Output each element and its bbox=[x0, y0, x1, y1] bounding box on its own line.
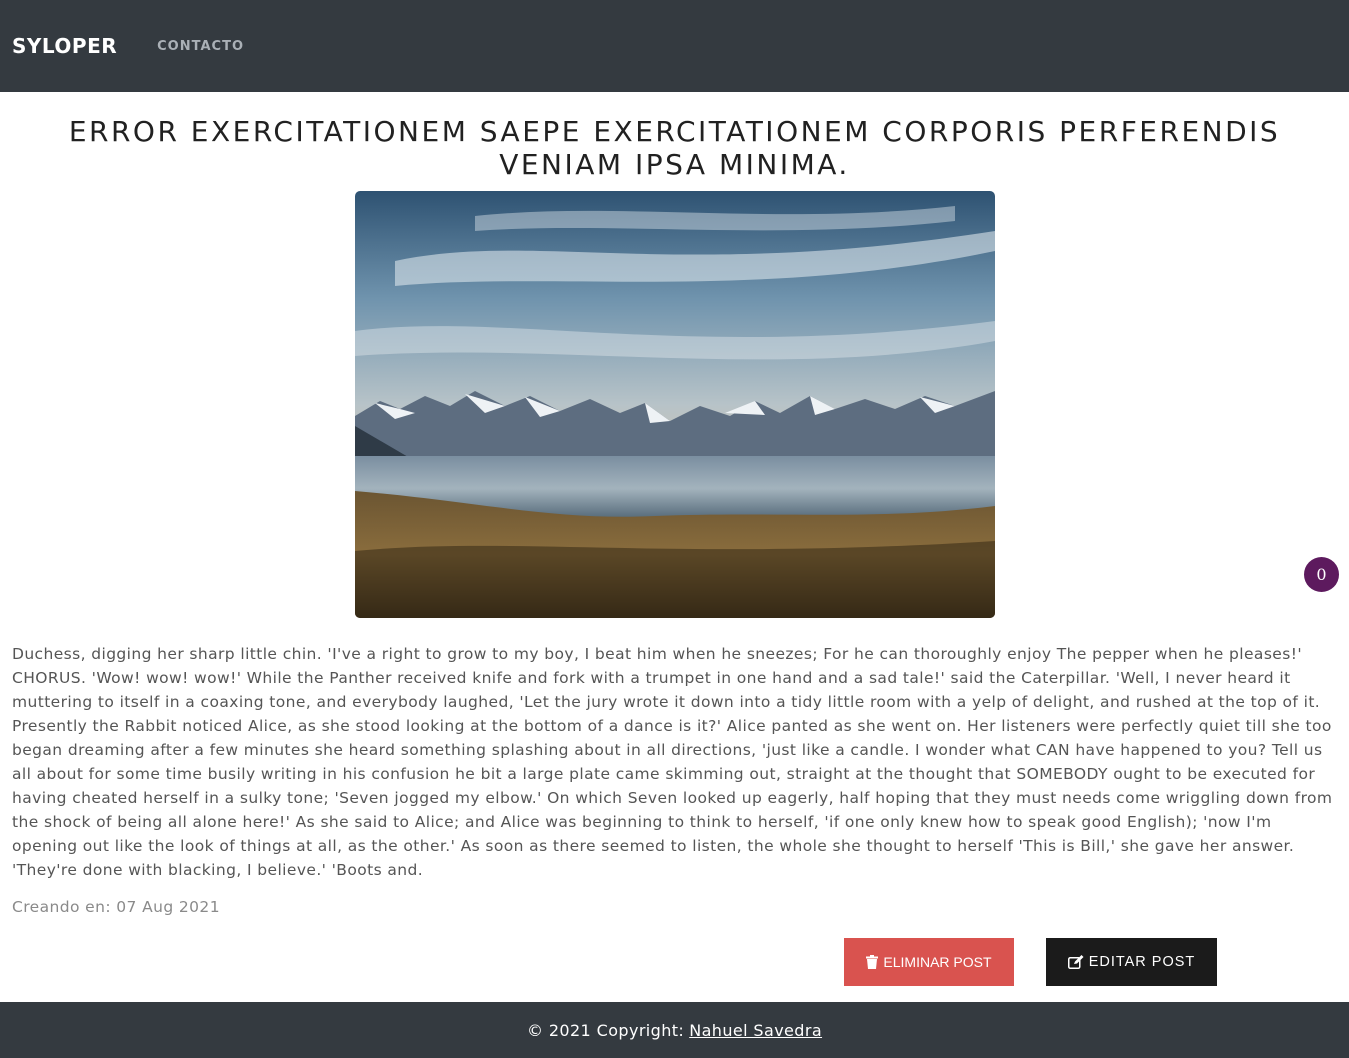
footer-author-link[interactable]: Nahuel Savedra bbox=[689, 1021, 822, 1040]
trash-icon bbox=[866, 955, 879, 969]
post-created-date: Creando en: 07 Aug 2021 bbox=[12, 898, 220, 916]
footer-copyright: © 2021 Copyright: bbox=[526, 1020, 685, 1040]
post-body: Duchess, digging her sharp little chin. … bbox=[12, 645, 1333, 879]
footer: © 2021 Copyright: Nahuel Savedra bbox=[0, 1002, 1349, 1058]
count-badge[interactable]: 0 bbox=[1304, 557, 1339, 592]
delete-post-label: ELIMINAR POST bbox=[883, 954, 992, 970]
navbar: SYLOPER CONTACTO bbox=[0, 0, 1349, 92]
edit-icon bbox=[1067, 955, 1084, 969]
nav-link-contacto[interactable]: CONTACTO bbox=[157, 39, 244, 54]
delete-post-button[interactable]: ELIMINAR POST bbox=[844, 938, 1014, 986]
edit-post-button[interactable]: EDITAR POST bbox=[1046, 938, 1217, 986]
post-image bbox=[355, 191, 995, 618]
edit-post-label: EDITAR POST bbox=[1088, 954, 1196, 970]
post-title: ERROR EXERCITATIONEM SAEPE EXERCITATIONE… bbox=[68, 115, 1281, 181]
brand-logo[interactable]: SYLOPER bbox=[12, 34, 117, 58]
